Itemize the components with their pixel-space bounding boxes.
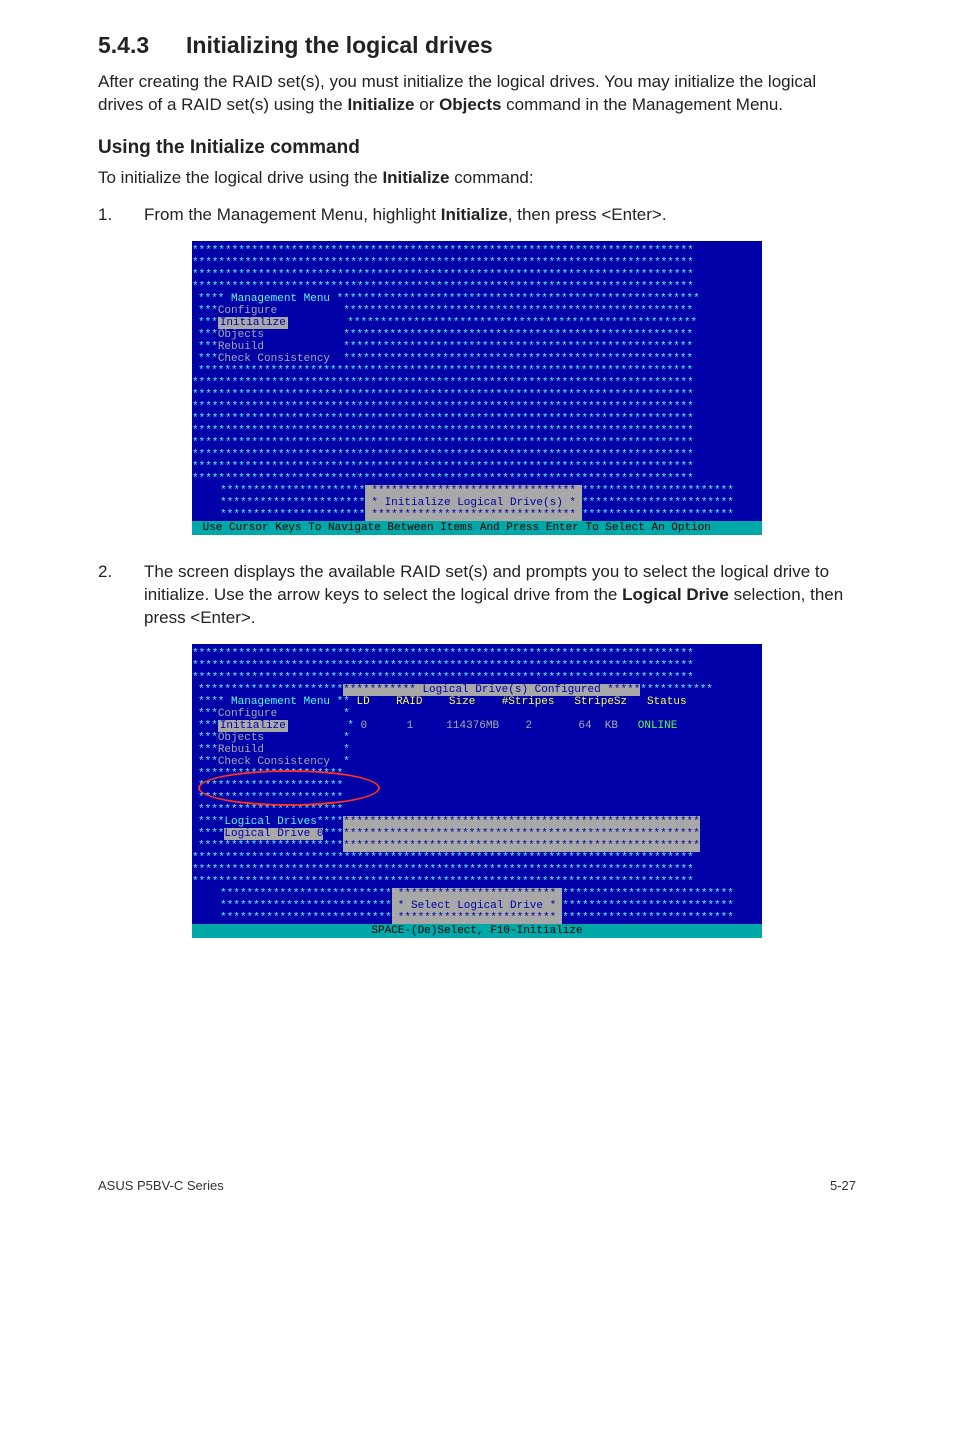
col-stripes: #Stripes — [502, 696, 555, 708]
menu-item-rebuild[interactable]: Rebuild — [218, 744, 264, 756]
step-number: 2. — [98, 561, 144, 630]
step-text: From the Management Menu, highlight Init… — [144, 204, 856, 227]
cell-stripes: 2 — [526, 720, 533, 732]
cell-stripesz: 64 KB — [578, 720, 618, 732]
message-initialize: Initialize Logical Drive(s) — [385, 497, 563, 509]
subsection-lead: To initialize the logical drive using th… — [98, 167, 856, 190]
menu-item-rebuild[interactable]: Rebuild — [218, 341, 264, 353]
page-footer: ASUS P5BV-C Series 5-27 — [0, 1178, 954, 1221]
menu-item-objects[interactable]: Objects — [218, 732, 264, 744]
menu-item-check[interactable]: Check Consistency — [218, 353, 330, 365]
cell-size: 114376MB — [446, 720, 499, 732]
intro-paragraph: After creating the RAID set(s), you must… — [98, 71, 856, 117]
col-raid: RAID — [396, 696, 422, 708]
terminal-footer: Use Cursor Keys To Navigate Between Item… — [192, 521, 762, 535]
terminal-screenshot-1: ****************************************… — [192, 241, 762, 535]
menu-item-configure[interactable]: Configure — [218, 305, 277, 317]
menu-item-check[interactable]: Check Consistency — [218, 756, 330, 768]
menu-item-configure[interactable]: Configure — [218, 708, 277, 720]
cell-raid: 1 — [407, 720, 414, 732]
menu-item-initialize[interactable]: Initialize — [218, 720, 288, 732]
step-number: 1. — [98, 204, 144, 227]
menu-header: Management Menu — [231, 293, 330, 305]
section-title: Initializing the logical drives — [186, 32, 493, 58]
step-text: The screen displays the available RAID s… — [144, 561, 856, 630]
subsection-heading: Using the Initialize command — [98, 137, 856, 159]
terminal-screenshot-2: ****************************************… — [192, 644, 762, 938]
section-number: 5.4.3 — [98, 32, 186, 59]
message-select-logical-drive: Select Logical Drive — [411, 900, 543, 912]
col-ld: LD — [356, 696, 369, 708]
menu-item-objects[interactable]: Objects — [218, 329, 264, 341]
step-1: 1. From the Management Menu, highlight I… — [98, 204, 856, 227]
menu-item-initialize[interactable]: Initialize — [218, 317, 288, 329]
menu-header: Management Menu — [231, 696, 330, 708]
logical-drive-0[interactable]: Logical Drive 0 — [224, 828, 323, 840]
footer-left: ASUS P5BV-C Series — [98, 1178, 224, 1193]
footer-right: 5-27 — [830, 1178, 856, 1193]
section-heading: 5.4.3Initializing the logical drives — [98, 32, 856, 59]
step-2: 2. The screen displays the available RAI… — [98, 561, 856, 630]
col-size: Size — [449, 696, 475, 708]
cell-status: ONLINE — [638, 720, 678, 732]
col-stripesz: StripeSz — [574, 696, 627, 708]
logical-drives-box-title: Logical Drives — [224, 816, 316, 828]
col-status: Status — [647, 696, 687, 708]
cell-ld: 0 — [360, 720, 367, 732]
terminal-footer: SPACE-(De)Select, F10-Initialize — [192, 924, 762, 938]
logical-drives-configured-label: Logical Drive(s) Configured — [422, 684, 600, 696]
